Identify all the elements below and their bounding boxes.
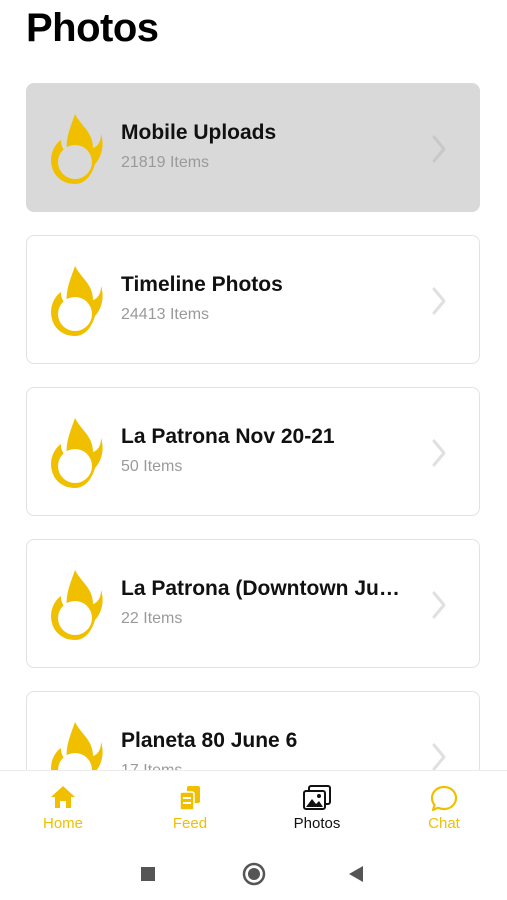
- nav-feed[interactable]: Feed: [127, 771, 253, 843]
- nav-feed-label: Feed: [172, 815, 208, 832]
- bottom-nav: Home Feed Photos Chat: [0, 770, 507, 843]
- home-circle-icon[interactable]: [242, 862, 266, 886]
- chat-bubble-icon: [430, 785, 458, 812]
- chevron-right-icon: [432, 439, 446, 467]
- album-item-la-patrona-nov[interactable]: La Patrona Nov 20-21 50 Items: [26, 387, 480, 516]
- nav-home[interactable]: Home: [0, 771, 126, 843]
- album-title: Timeline Photos: [121, 273, 283, 296]
- photos-icon: [303, 785, 331, 810]
- flame-ring-icon: [51, 722, 103, 770]
- album-title: Mobile Uploads: [121, 121, 277, 144]
- nav-chat[interactable]: Chat: [381, 771, 507, 843]
- system-navigation-bar: [0, 842, 507, 900]
- album-item-planeta-80[interactable]: Planeta 80 June 6 17 Items: [26, 691, 480, 770]
- home-icon: [51, 786, 75, 808]
- album-title: La Patrona (Downtown June 2021): [121, 577, 409, 600]
- back-triangle-icon[interactable]: [348, 865, 364, 883]
- album-count: 22 Items: [121, 610, 183, 627]
- flame-ring-icon: [51, 266, 103, 336]
- chevron-right-icon: [432, 591, 446, 619]
- album-item-timeline-photos[interactable]: Timeline Photos 24413 Items: [26, 235, 480, 364]
- recents-square-icon[interactable]: [140, 866, 156, 882]
- album-count: 21819 Items: [121, 154, 210, 171]
- flame-ring-icon: [51, 570, 103, 640]
- album-count: 50 Items: [121, 458, 183, 475]
- nav-chat-label: Chat: [428, 815, 460, 832]
- album-item-la-patrona-downtown[interactable]: La Patrona (Downtown June 2021) 22 Items: [26, 539, 480, 668]
- nav-photos[interactable]: Photos: [254, 771, 380, 843]
- flame-ring-icon: [51, 114, 103, 184]
- nav-photos-label: Photos: [293, 815, 341, 832]
- chevron-right-icon: [432, 743, 446, 770]
- album-title: Planeta 80 June 6: [121, 729, 298, 752]
- album-title: La Patrona Nov 20-21: [121, 425, 335, 448]
- flame-ring-icon: [51, 418, 103, 488]
- album-item-mobile-uploads[interactable]: Mobile Uploads 21819 Items: [26, 83, 480, 212]
- feed-icon: [179, 786, 200, 811]
- chevron-right-icon: [432, 287, 446, 315]
- album-list: Mobile Uploads 21819 Items Timeline Phot…: [0, 0, 507, 770]
- album-count: 17 Items: [121, 762, 182, 770]
- nav-home-label: Home: [42, 815, 83, 832]
- chevron-right-icon: [432, 135, 446, 163]
- album-count: 24413 Items: [121, 306, 210, 323]
